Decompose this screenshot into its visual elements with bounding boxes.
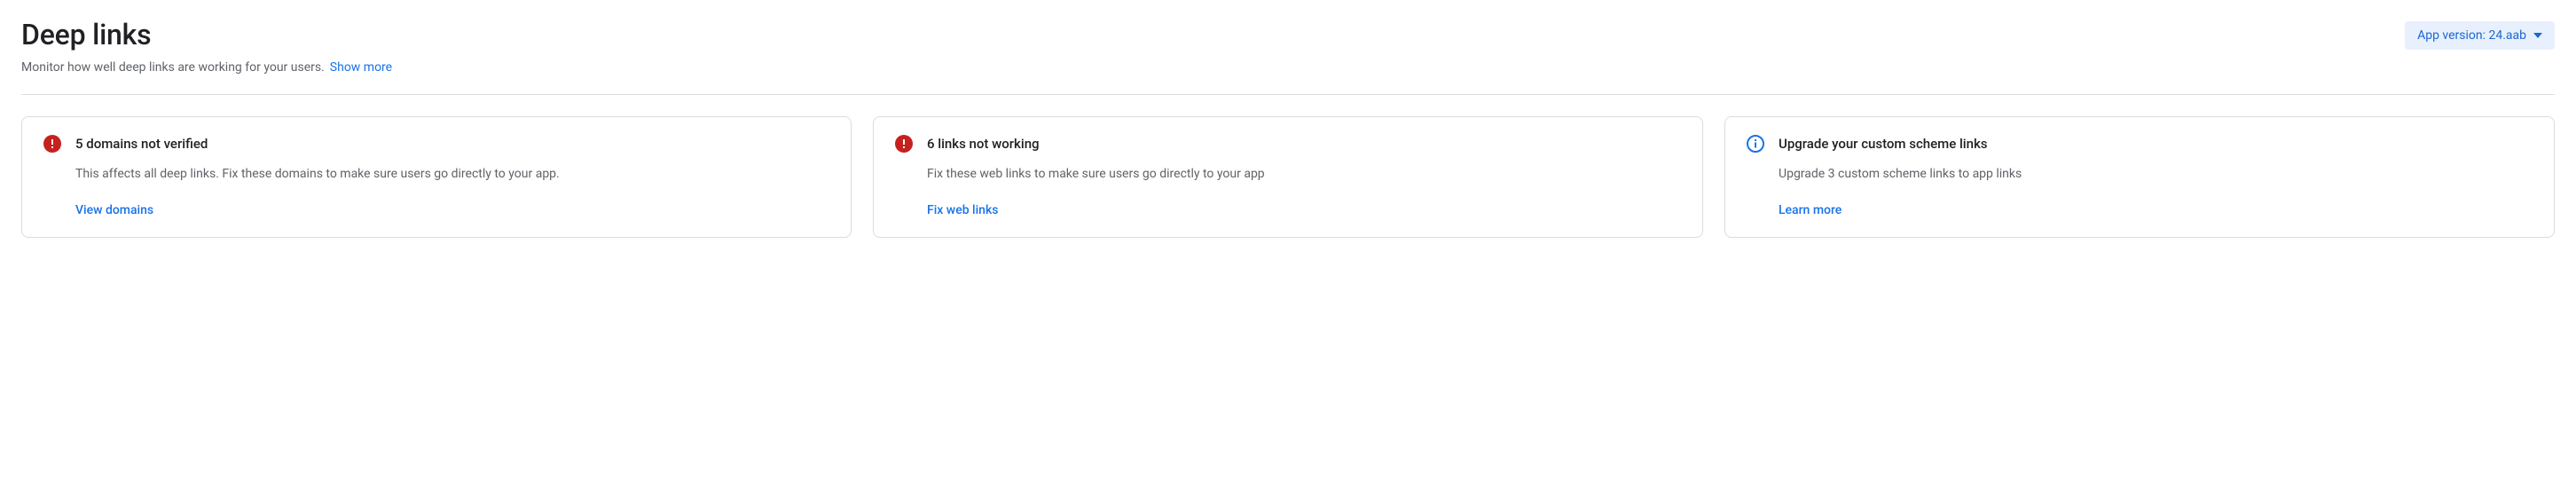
card-body: This affects all deep links. Fix these d… [75, 165, 829, 217]
app-version-selector[interactable]: App version: 24.aab [2405, 21, 2555, 50]
card-header: 5 domains not verified [43, 135, 829, 153]
card-description: Fix these web links to make sure users g… [927, 165, 1681, 184]
view-domains-link[interactable]: View domains [75, 203, 153, 217]
card-title: 5 domains not verified [75, 136, 208, 152]
card-description: This affects all deep links. Fix these d… [75, 165, 829, 184]
show-more-link[interactable]: Show more [330, 60, 392, 75]
info-icon [1747, 135, 1764, 153]
page-header: Deep links Monitor how well deep links a… [21, 18, 2555, 75]
app-version-label: App version: 24.aab [2417, 28, 2526, 43]
divider [21, 94, 2555, 95]
card-upgrade-custom-scheme: Upgrade your custom scheme links Upgrade… [1724, 116, 2555, 238]
card-body: Upgrade 3 custom scheme links to app lin… [1779, 165, 2533, 217]
card-domains-not-verified: 5 domains not verified This affects all … [21, 116, 852, 238]
error-icon [43, 135, 61, 153]
fix-web-links-link[interactable]: Fix web links [927, 203, 998, 217]
card-header: 6 links not working [895, 135, 1681, 153]
card-body: Fix these web links to make sure users g… [927, 165, 1681, 217]
card-description: Upgrade 3 custom scheme links to app lin… [1779, 165, 2533, 184]
card-links-not-working: 6 links not working Fix these web links … [873, 116, 1703, 238]
card-title: Upgrade your custom scheme links [1779, 136, 1988, 152]
chevron-down-icon [2533, 33, 2542, 38]
card-header: Upgrade your custom scheme links [1747, 135, 2533, 153]
page-title: Deep links [21, 18, 392, 51]
card-title: 6 links not working [927, 136, 1040, 152]
learn-more-link[interactable]: Learn more [1779, 203, 1842, 217]
page-subtitle: Monitor how well deep links are working … [21, 60, 325, 75]
cards-row: 5 domains not verified This affects all … [21, 116, 2555, 238]
error-icon [895, 135, 913, 153]
subtitle-row: Monitor how well deep links are working … [21, 60, 392, 75]
